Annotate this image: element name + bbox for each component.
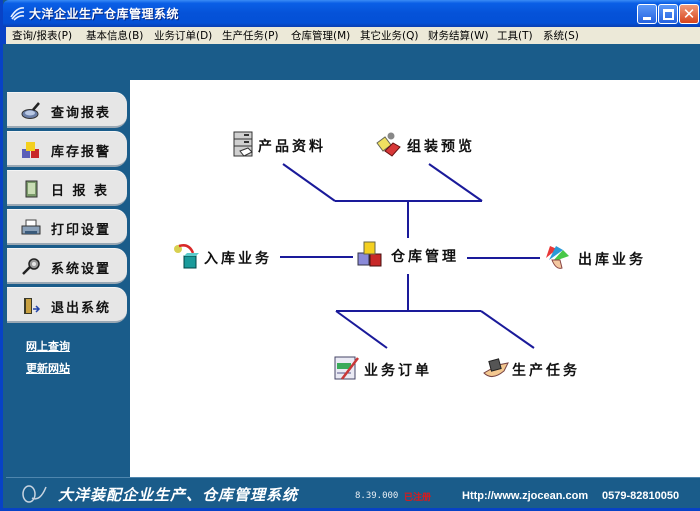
menu-business-orders[interactable]: 业务订单(D) xyxy=(154,28,212,43)
sidebar-button-system-settings[interactable]: 系统设置 xyxy=(7,248,127,284)
node-label: 出库业务 xyxy=(578,252,646,268)
menu-other-business[interactable]: 其它业务(Q) xyxy=(360,28,418,43)
close-icon: ✕ xyxy=(682,5,696,23)
node-label: 入库业务 xyxy=(204,251,272,267)
sidebar-button-exit-system[interactable]: 退出系统 xyxy=(7,287,127,323)
node-label: 产品资料 xyxy=(258,139,326,155)
update-website-link[interactable]: 更新网站 xyxy=(26,360,70,376)
menu-basic-info[interactable]: 基本信息(B) xyxy=(86,28,143,43)
order-form-icon xyxy=(334,356,359,380)
sidebar-button-label: 系统设置 xyxy=(51,262,112,277)
phone-number: 0579-82810050 xyxy=(602,490,680,502)
version-label: 8.39.000 xyxy=(355,491,399,501)
warehouse-blocks-icon xyxy=(357,241,382,267)
sidebar-button-label: 日 报 表 xyxy=(51,184,110,199)
header-band xyxy=(6,44,700,80)
exit-door-icon xyxy=(24,298,41,314)
key-icon xyxy=(22,258,40,275)
app-logo-icon xyxy=(10,7,25,21)
close-button[interactable]: ✕ xyxy=(679,4,699,24)
node-label: 业务订单 xyxy=(364,363,432,379)
sidebar-button-label: 打印设置 xyxy=(51,223,112,238)
node-business-orders[interactable]: 业务订单 xyxy=(334,355,444,385)
website-link[interactable]: Http://www.zjocean.com xyxy=(462,490,588,502)
node-product-info[interactable]: 产品资料 xyxy=(232,131,342,159)
assembly-icon xyxy=(376,132,401,157)
node-label: 仓库管理 xyxy=(391,249,459,265)
status-footer: 大洋装配企业生产、仓库管理系统 8.39.000 已注册 Http://www.… xyxy=(6,477,700,508)
minimize-button[interactable] xyxy=(637,4,657,24)
footer-title: 大洋装配企业生产、仓库管理系统 xyxy=(58,486,299,504)
node-label: 组装预览 xyxy=(407,139,475,155)
title-bar[interactable]: 大洋企业生产仓库管理系统 ✕ xyxy=(3,0,700,27)
menu-tools[interactable]: 工具(T) xyxy=(497,28,533,43)
sidebar-button-query-report[interactable]: 查询报表 xyxy=(7,92,127,128)
magnifier-icon xyxy=(21,102,40,119)
menu-financial-settlement[interactable]: 财务结算(W) xyxy=(428,28,489,43)
menu-production-tasks[interactable]: 生产任务(P) xyxy=(222,28,279,43)
node-outbound[interactable]: 出库业务 xyxy=(544,244,656,274)
daily-report-icon xyxy=(25,180,38,198)
file-cabinet-icon xyxy=(233,131,253,157)
sidebar-button-stock-alarm[interactable]: 库存报警 xyxy=(7,131,127,167)
menu-bar: 查询/报表(P) 基本信息(B) 业务订单(D) 生产任务(P) 仓库管理(M)… xyxy=(3,27,700,44)
registration-badge: 已注册 xyxy=(404,493,432,503)
production-hand-icon xyxy=(483,358,509,377)
online-query-link[interactable]: 网上查询 xyxy=(26,338,70,354)
sidebar-button-daily-report[interactable]: 日 报 表 xyxy=(7,170,127,206)
sidebar-button-label: 库存报警 xyxy=(51,145,112,160)
sidebar: 查询报表 库存报警 日 报 表 打印设置 系统设置 退出系统 网上查询 更新网站 xyxy=(6,80,130,477)
window-title: 大洋企业生产仓库管理系统 xyxy=(29,7,180,21)
menu-warehouse-management[interactable]: 仓库管理(M) xyxy=(291,28,350,43)
sidebar-button-label: 查询报表 xyxy=(51,106,112,121)
printer-icon xyxy=(21,219,41,235)
node-label: 生产任务 xyxy=(512,363,580,379)
sidebar-button-print-settings[interactable]: 打印设置 xyxy=(7,209,127,245)
node-assembly-preview[interactable]: 组装预览 xyxy=(375,131,485,161)
maximize-button[interactable] xyxy=(658,4,678,24)
stock-blocks-icon xyxy=(22,142,39,158)
app-window: 大洋企业生产仓库管理系统 ✕ 查询/报表(P) 基本信息(B) 业务订单(D) … xyxy=(0,0,700,511)
menu-query-report[interactable]: 查询/报表(P) xyxy=(12,28,72,43)
company-logo-icon xyxy=(22,485,47,503)
sidebar-button-label: 退出系统 xyxy=(51,301,112,316)
node-warehouse-management[interactable]: 仓库管理 xyxy=(357,241,469,271)
minimize-icon xyxy=(643,17,651,20)
node-production-tasks[interactable]: 生产任务 xyxy=(483,355,595,385)
maximize-icon xyxy=(663,9,674,20)
menu-system[interactable]: 系统(S) xyxy=(543,28,579,43)
inbound-box-icon xyxy=(174,244,199,269)
node-inbound[interactable]: 入库业务 xyxy=(173,243,283,273)
outbound-cards-icon xyxy=(546,246,569,269)
